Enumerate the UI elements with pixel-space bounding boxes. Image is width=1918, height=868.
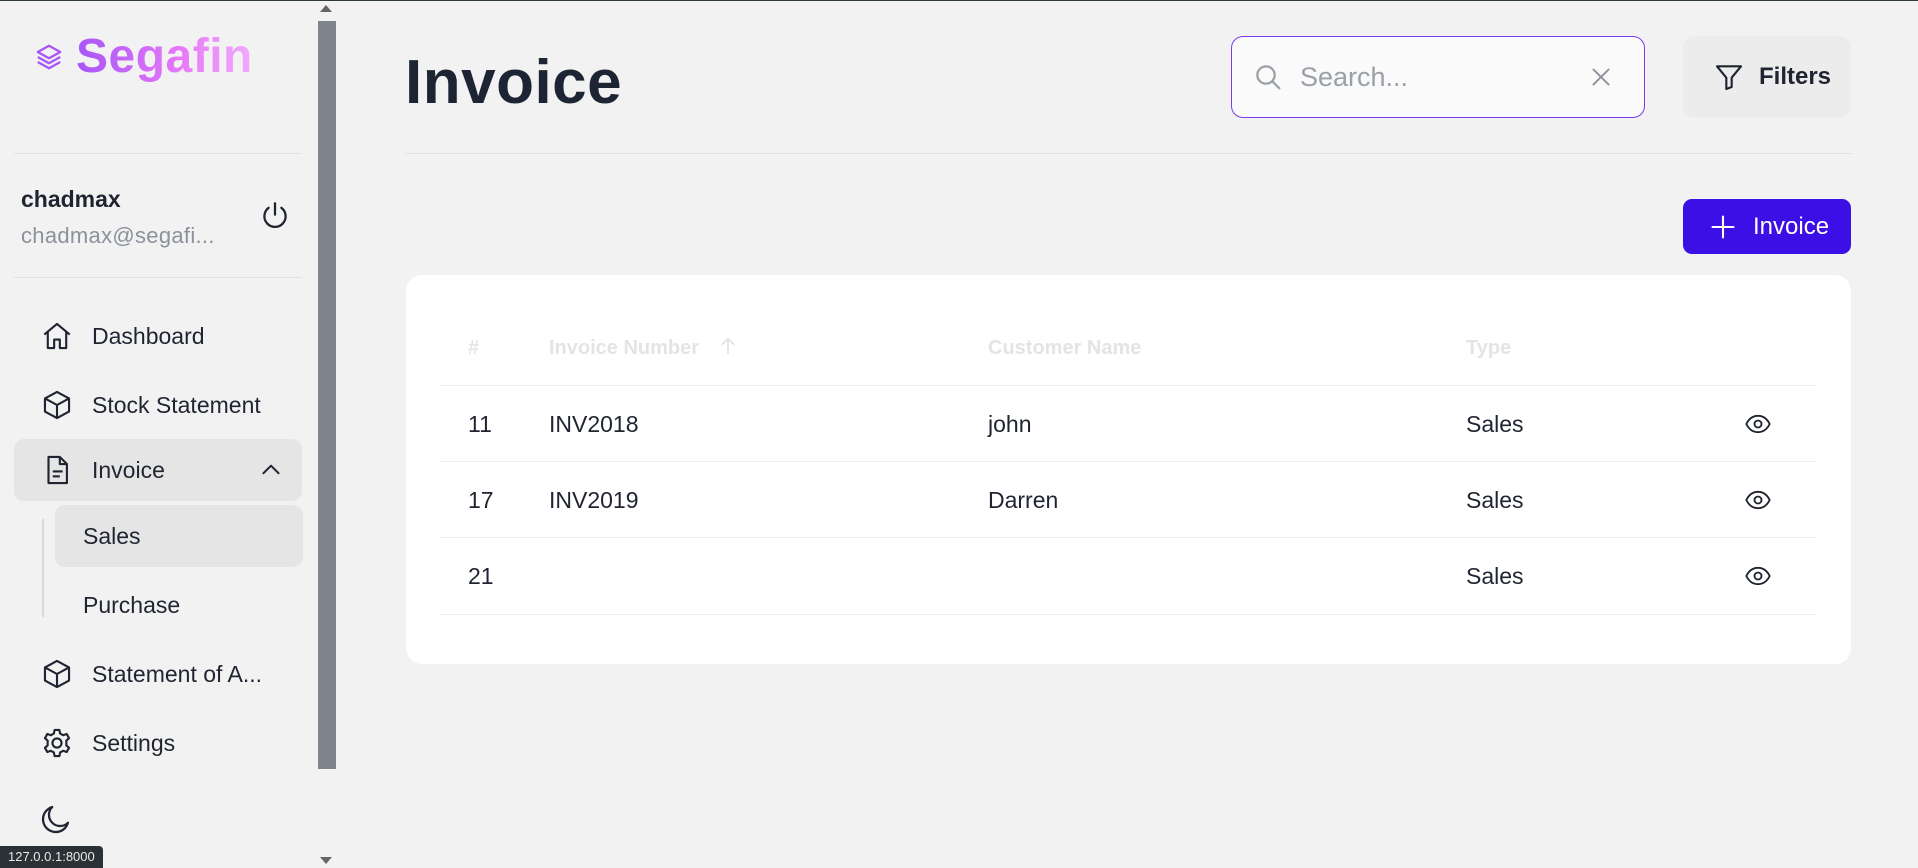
chevron-up-icon[interactable]: [258, 457, 284, 483]
table-row[interactable]: 17 INV2019 Darren Sales: [440, 461, 1816, 538]
filters-button[interactable]: Filters: [1683, 36, 1851, 118]
column-header-id[interactable]: #: [468, 337, 479, 360]
cell-invoice-number: INV2018: [549, 411, 639, 437]
app-name: Segafin: [76, 30, 253, 83]
sidebar-item-label: Settings: [92, 729, 176, 756]
sidebar-item-label: Statement of A...: [92, 660, 263, 687]
submenu-line: [42, 519, 44, 617]
eye-icon[interactable]: [1742, 486, 1774, 514]
cell-type: Sales: [1466, 563, 1524, 589]
sidebar-item-stock-statement[interactable]: Stock Statement: [14, 374, 302, 436]
sidebar-subitem-label: Sales: [83, 522, 141, 549]
table-row[interactable]: 21 Sales: [440, 537, 1816, 615]
cell-invoice-number: INV2019: [549, 487, 639, 513]
eye-icon[interactable]: [1742, 410, 1774, 438]
add-invoice-button[interactable]: Invoice: [1683, 199, 1851, 254]
user-email: chadmax@segafi...: [21, 223, 215, 248]
cell-customer-name: john: [988, 411, 1032, 437]
cube-icon: [40, 657, 74, 691]
cell-customer-name: Darren: [988, 487, 1059, 513]
eye-icon[interactable]: [1742, 562, 1774, 590]
scroll-up-arrow[interactable]: [320, 5, 332, 12]
sidebar-subitem-label: Purchase: [83, 591, 181, 618]
sidebar-item-settings[interactable]: Settings: [14, 712, 302, 774]
cell-id: 17: [468, 487, 494, 513]
sidebar-item-label: Stock Statement: [92, 391, 261, 418]
search-input[interactable]: [1298, 60, 1572, 94]
sidebar-item-label: Dashboard: [92, 322, 205, 349]
close-icon[interactable]: [1588, 64, 1614, 90]
sidebar-subitem-purchase[interactable]: Purchase: [55, 574, 303, 636]
header-divider: [405, 153, 1852, 154]
document-icon: [40, 453, 74, 487]
filters-label: Filters: [1759, 63, 1832, 90]
search-icon: [1252, 61, 1284, 93]
home-icon: [40, 319, 74, 353]
sidebar-divider: [14, 153, 302, 154]
add-invoice-label: Invoice: [1753, 212, 1830, 240]
page-title: Invoice: [405, 48, 623, 117]
gear-icon: [40, 726, 74, 760]
column-header-type[interactable]: Type: [1466, 337, 1511, 360]
sidebar-item-label: Invoice: [92, 456, 165, 483]
sidebar-divider: [14, 277, 302, 278]
filter-icon: [1713, 61, 1745, 93]
sidebar-scrollbar[interactable]: [318, 21, 336, 769]
cube-icon: [40, 388, 74, 422]
sidebar-item-statement-of-accounts[interactable]: Statement of A...: [14, 643, 302, 705]
sidebar-item-dashboard[interactable]: Dashboard: [14, 305, 302, 367]
sidebar-subitem-sales[interactable]: Sales: [55, 505, 303, 567]
logout-button[interactable]: [258, 199, 292, 233]
arrow-up-icon[interactable]: [717, 333, 739, 359]
search-box: [1231, 36, 1645, 118]
scroll-down-arrow[interactable]: [320, 857, 332, 864]
column-header-invoice-number[interactable]: Invoice Number: [549, 337, 699, 360]
cell-type: Sales: [1466, 411, 1524, 437]
sidebar-item-invoice[interactable]: Invoice: [14, 439, 302, 501]
logo[interactable]: Segafin: [34, 29, 253, 84]
layers-icon: [34, 42, 64, 72]
user-name: chadmax: [21, 186, 121, 212]
cell-id: 21: [468, 563, 494, 589]
power-icon: [258, 199, 292, 233]
status-bar-url: 127.0.0.1:8000: [0, 846, 103, 868]
plus-icon: [1709, 213, 1737, 241]
cell-id: 11: [468, 411, 492, 437]
moon-icon: [38, 801, 74, 837]
cell-type: Sales: [1466, 487, 1524, 513]
theme-toggle[interactable]: [38, 801, 74, 837]
table-row[interactable]: 11 INV2018 john Sales: [440, 385, 1816, 462]
sidebar: Segafin chadmax chadmax@segafi... Dashbo…: [0, 1, 336, 868]
invoice-table: # Invoice Number Customer Name Type 11 I…: [406, 275, 1851, 664]
column-header-customer-name[interactable]: Customer Name: [988, 337, 1141, 360]
